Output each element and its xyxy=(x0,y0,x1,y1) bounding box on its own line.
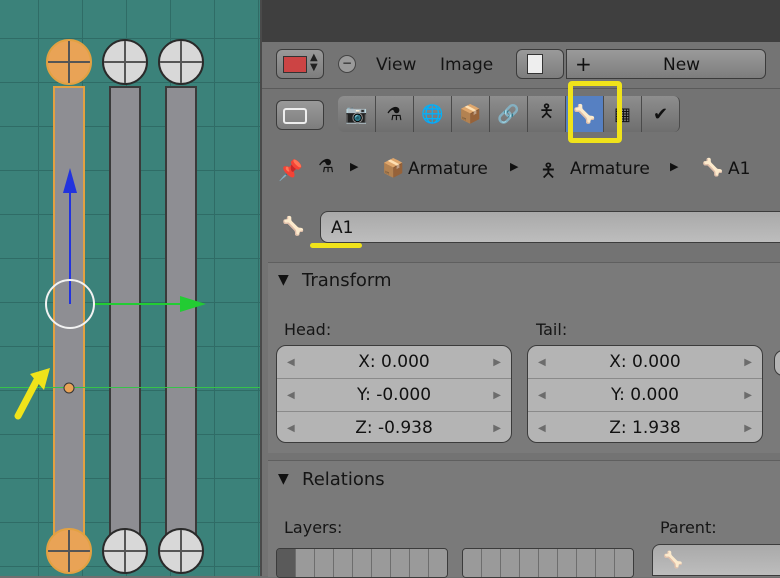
bone-icon: 🦴 xyxy=(663,550,683,569)
annotation-arrow-icon xyxy=(14,368,50,420)
new-button-label: New xyxy=(663,55,701,75)
transform-manipulator[interactable] xyxy=(0,0,260,576)
head-y-value: Y: -0.000 xyxy=(356,385,432,405)
tail-label: Tail: xyxy=(536,320,568,339)
transform-title[interactable]: Transform xyxy=(302,270,392,291)
scene-small-icon: ⚗ xyxy=(318,156,335,177)
head-z-field[interactable]: ◀ Z: -0.938 ▶ xyxy=(277,412,511,442)
menu-image[interactable]: Image xyxy=(440,55,493,75)
head-z-value: Z: -0.938 xyxy=(355,418,433,438)
breadcrumb-arrow-icon: ▶ xyxy=(670,160,679,173)
plus-icon: + xyxy=(575,52,592,76)
armature-icon: 🯅 xyxy=(538,101,555,122)
bone-constraint-icon: ✔ xyxy=(652,103,669,125)
tail-x-field[interactable]: ◀ X: 0.000 ▶ xyxy=(528,346,762,379)
tab-scene[interactable]: ⚗ xyxy=(376,96,414,132)
head-y-field[interactable]: ◀ Y: -0.000 ▶ xyxy=(277,379,511,412)
layers-grid-left[interactable] xyxy=(276,548,448,578)
tail-y-field[interactable]: ◀ Y: 0.000 ▶ xyxy=(528,379,762,412)
tab-constraints[interactable]: 🔗 xyxy=(490,96,528,132)
3d-viewport[interactable] xyxy=(0,0,260,576)
link-icon: 🔗 xyxy=(497,103,520,125)
tail-y-value: Y: 0.000 xyxy=(611,385,679,405)
editor-type-button[interactable]: ▲ ▼ xyxy=(276,49,324,79)
collapse-menu-icon[interactable]: − xyxy=(338,55,356,73)
world-icon: 🌐 xyxy=(421,103,444,125)
parent-field[interactable]: 🦴 xyxy=(652,544,780,576)
layers-grid-right[interactable] xyxy=(462,548,634,578)
roll-field-edge[interactable] xyxy=(774,350,780,376)
bone-name-value: A1 xyxy=(331,218,354,238)
highlight-bone-tab xyxy=(568,81,622,143)
panel-top-strip xyxy=(262,0,780,42)
bone-icon: 🦴 xyxy=(282,216,305,237)
tab-bone-constraints[interactable]: ✔ xyxy=(642,96,680,132)
tab-object[interactable]: 📦 xyxy=(452,96,490,132)
breadcrumb-armature: Armature xyxy=(570,159,650,179)
tail-vector-field: ◀ X: 0.000 ▶ ◀ Y: 0.000 ▶ ◀ Z: 1.938 ▶ xyxy=(527,345,763,443)
tab-world[interactable]: 🌐 xyxy=(414,96,452,132)
camera-icon: 📷 xyxy=(345,103,368,125)
head-x-field[interactable]: ◀ X: 0.000 ▶ xyxy=(277,346,511,379)
head-vector-field: ◀ X: 0.000 ▶ ◀ Y: -0.000 ▶ ◀ Z: -0.938 ▶ xyxy=(276,345,512,443)
scene-icon: ⚗ xyxy=(386,103,403,125)
bone-name-field[interactable]: A1 xyxy=(320,211,780,243)
properties-icon xyxy=(283,108,307,124)
new-image-button[interactable]: + New xyxy=(566,49,766,79)
image-browse-icon xyxy=(527,54,543,74)
tab-armature-data[interactable]: 🯅 xyxy=(528,96,566,132)
armature-small-icon: 🯅 xyxy=(540,160,557,182)
pin-icon[interactable]: 📌 xyxy=(278,158,303,182)
tail-z-value: Z: 1.938 xyxy=(609,418,681,438)
head-x-value: X: 0.000 xyxy=(358,352,430,372)
menu-view[interactable]: View xyxy=(376,55,416,75)
head-label: Head: xyxy=(284,320,332,339)
properties-panel: ▲ ▼ − View Image + New 📷 ⚗ 🌐 📦 🔗 🯅 🦴 ▦ ✔ … xyxy=(260,0,780,578)
breadcrumb-arrow-icon: ▶ xyxy=(510,160,519,173)
breadcrumb-arrow-icon: ▶ xyxy=(350,160,359,173)
cube-icon: 📦 xyxy=(459,103,482,125)
chevron-updown-icon: ▲ ▼ xyxy=(310,52,318,73)
properties-editor-type-button[interactable] xyxy=(276,100,324,130)
bone-small-icon: 🦴 xyxy=(702,158,724,178)
tail-z-field[interactable]: ◀ Z: 1.938 ▶ xyxy=(528,412,762,442)
breadcrumb-object: Armature xyxy=(408,159,488,179)
collapse-triangle-icon[interactable]: ▼ xyxy=(278,471,289,487)
tab-render[interactable]: 📷 xyxy=(338,96,376,132)
breadcrumb: 📌 ⚗ ▶ 📦 Armature ▶ 🯅 Armature ▶ 🦴 A1 xyxy=(262,150,780,190)
image-editor-icon xyxy=(283,56,307,73)
object-small-icon: 📦 xyxy=(382,158,405,179)
breadcrumb-bone: A1 xyxy=(728,159,751,179)
highlight-underline xyxy=(310,243,362,248)
layers-label: Layers: xyxy=(284,518,343,537)
browse-image-button[interactable] xyxy=(516,49,564,79)
collapse-triangle-icon[interactable]: ▼ xyxy=(278,272,289,288)
tail-x-value: X: 0.000 xyxy=(609,352,681,372)
parent-label: Parent: xyxy=(660,518,717,537)
relations-title[interactable]: Relations xyxy=(302,469,385,490)
